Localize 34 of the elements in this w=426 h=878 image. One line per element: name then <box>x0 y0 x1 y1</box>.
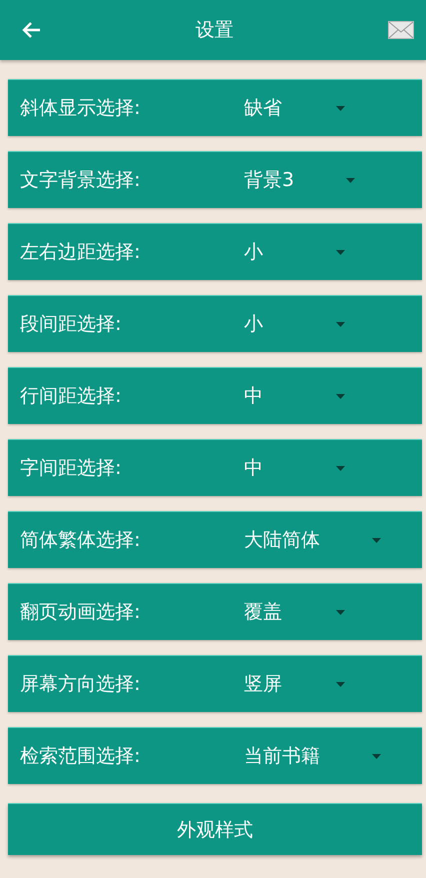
caret-icon <box>336 322 345 326</box>
setting-label: 检索范围选择: <box>19 744 142 769</box>
setting-label: 行间距选择: <box>19 384 122 409</box>
setting-label: 简体繁体选择: <box>19 528 142 553</box>
dropdown[interactable]: 中 <box>220 379 345 413</box>
caret-icon <box>336 394 345 398</box>
caret-icon <box>346 178 356 182</box>
setting-label: 左右边距选择: <box>19 240 142 265</box>
dropdown[interactable]: 竖屏 <box>220 667 345 701</box>
setting-label: 字间距选择: <box>19 456 122 481</box>
dropdown[interactable]: 缺省 <box>220 91 345 125</box>
page-title: 设置 <box>194 18 234 43</box>
caret-icon <box>336 250 345 254</box>
caret-icon <box>336 682 345 686</box>
appearance-button[interactable]: 外观样式 <box>8 803 422 855</box>
dropdown[interactable]: 大陆简体 <box>220 523 381 557</box>
dropdown[interactable]: 覆盖 <box>220 595 345 629</box>
setting-label: 斜体显示选择: <box>19 96 142 121</box>
setting-label: 段间距选择: <box>19 312 122 337</box>
dropdown[interactable]: 小 <box>220 307 345 341</box>
dropdown[interactable]: 当前书籍 <box>220 739 381 773</box>
mail-icon[interactable] <box>388 21 414 39</box>
setting-label: 翻页动画选择: <box>19 600 142 625</box>
caret-icon <box>372 754 381 758</box>
caret-icon <box>336 466 345 470</box>
caret-icon <box>336 106 345 110</box>
caret-icon <box>336 610 345 614</box>
caret-icon <box>372 538 381 542</box>
setting-label: 屏幕方向选择: <box>19 672 142 697</box>
back-icon[interactable] <box>21 21 41 39</box>
dropdown[interactable]: 背景3 <box>220 163 356 197</box>
dropdown[interactable]: 中 <box>220 451 345 485</box>
setting-label: 文字背景选择: <box>19 168 142 193</box>
dropdown[interactable]: 小 <box>220 235 345 269</box>
